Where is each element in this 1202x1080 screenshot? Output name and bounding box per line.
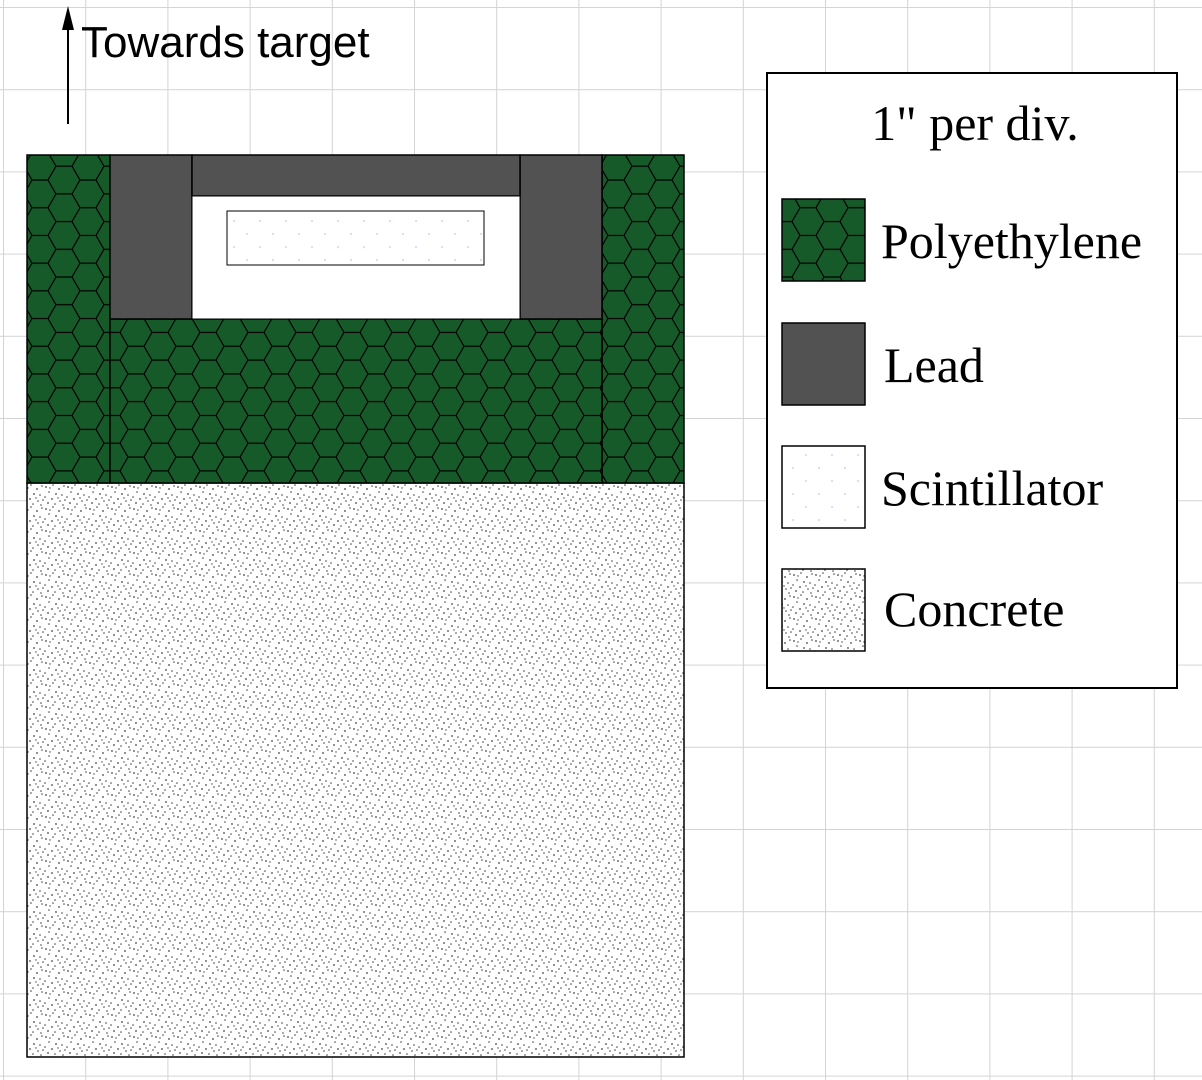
legend-swatch-concrete bbox=[781, 568, 866, 652]
scintillator-detector bbox=[226, 210, 485, 266]
detector-shielding-diagram: Towards target 1" per div. Polyethylene … bbox=[0, 0, 1202, 1080]
lead-top-wall bbox=[191, 154, 521, 197]
lead-left-wall bbox=[109, 154, 193, 320]
concrete-block bbox=[26, 482, 685, 1058]
lead-right-wall bbox=[519, 154, 603, 320]
diagram-canvas: Towards target 1" per div. Polyethylene … bbox=[0, 0, 1202, 1080]
legend-label-concrete: Concrete bbox=[884, 581, 1064, 637]
legend-swatch-lead bbox=[781, 322, 866, 406]
polyethylene-right-wall bbox=[601, 154, 685, 484]
legend-label-scintillator: Scintillator bbox=[881, 460, 1104, 516]
legend-title: 1" per div. bbox=[871, 95, 1078, 151]
legend-label-lead: Lead bbox=[884, 337, 984, 393]
legend-label-polyethylene: Polyethylene bbox=[881, 213, 1142, 269]
shielding-assembly bbox=[26, 154, 685, 1058]
polyethylene-base bbox=[109, 318, 603, 484]
legend: 1" per div. Polyethylene Lead Scintillat… bbox=[766, 72, 1178, 689]
polyethylene-left-wall bbox=[26, 154, 111, 484]
legend-swatch-scintillator bbox=[781, 445, 866, 529]
arrow-label: Towards target bbox=[81, 18, 370, 67]
legend-swatch-polyethylene bbox=[781, 198, 866, 282]
